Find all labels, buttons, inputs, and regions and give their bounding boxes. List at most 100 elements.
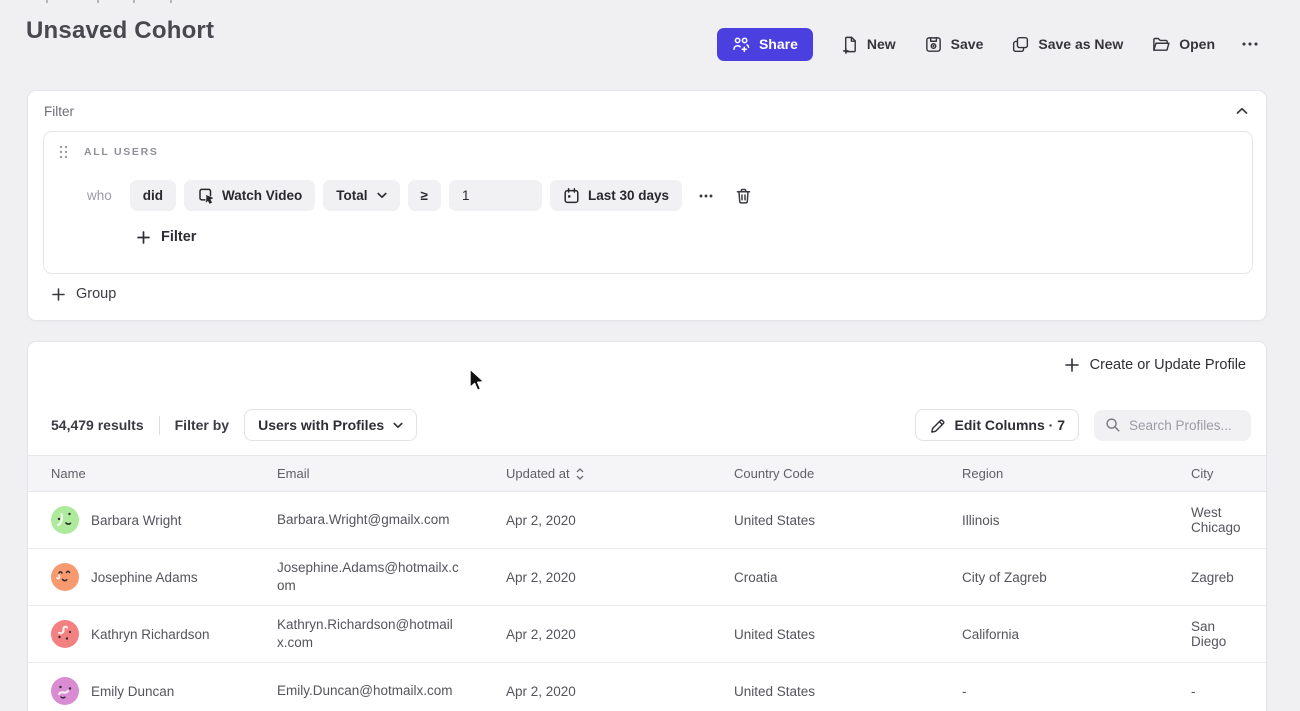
profile-region: - [962, 684, 1191, 699]
profile-country: United States [734, 513, 962, 528]
collapse-filter-button[interactable] [1232, 103, 1252, 119]
profile-type-dropdown[interactable]: Users with Profiles [244, 409, 417, 441]
table-row[interactable]: Josephine Adams Josephine.Adams@hotmailx… [28, 549, 1266, 606]
plus-icon [137, 231, 150, 244]
profile-updated-at: Apr 2, 2020 [506, 684, 734, 699]
plus-icon [1065, 358, 1079, 372]
sort-arrows-icon [576, 468, 584, 480]
avatar [51, 563, 79, 591]
share-button[interactable]: Share [717, 28, 813, 61]
share-label: Share [759, 36, 798, 52]
filter-panel: Filter ALL USERS [27, 90, 1267, 321]
filter-by-label: Filter by [175, 417, 229, 433]
profile-email: Josephine.Adams@hotmailx.com [277, 559, 473, 595]
page-title: Unsaved Cohort [26, 17, 214, 45]
save-button[interactable]: Save [913, 27, 995, 61]
profile-country: United States [734, 684, 962, 699]
profile-updated-at: Apr 2, 2020 [506, 570, 734, 585]
results-toolbar-right: Edit Columns · 7 [915, 409, 1251, 441]
profiles-table: Name Email Updated at Country Code Regio… [28, 455, 1266, 711]
chevron-down-icon [393, 422, 403, 429]
top-toolbar: Share New Save [717, 27, 1268, 61]
drag-handle-icon[interactable] [57, 143, 70, 161]
profile-region: City of Zagreb [962, 570, 1191, 585]
share-people-icon [732, 36, 751, 53]
results-panel: Create or Update Profile 54,479 results … [27, 341, 1267, 711]
col-header-updated-at[interactable]: Updated at [506, 466, 734, 481]
table-row[interactable]: Emily Duncan Emily.Duncan@hotmailx.com A… [28, 663, 1266, 711]
save-as-new-label: Save as New [1038, 36, 1123, 52]
did-selector[interactable]: did [130, 180, 176, 211]
filter-group-header: ALL USERS [57, 143, 159, 161]
profile-city: San Diego [1191, 619, 1266, 649]
table-header-row: Name Email Updated at Country Code Regio… [28, 455, 1266, 492]
profile-region: California [962, 627, 1191, 642]
add-group-label: Group [76, 286, 116, 302]
save-floppy-icon [924, 35, 943, 54]
new-button[interactable]: New [829, 27, 907, 61]
add-group-button[interactable]: Group [52, 286, 116, 302]
open-button[interactable]: Open [1140, 27, 1226, 61]
did-label: did [143, 188, 163, 203]
ellipsis-icon [698, 190, 714, 202]
profile-updated-at: Apr 2, 2020 [506, 513, 734, 528]
search-profiles-box [1094, 410, 1251, 441]
results-toolbar: 54,479 results Filter by Users with Prof… [51, 409, 1251, 441]
divider [159, 416, 160, 435]
save-as-new-button[interactable]: Save as New [1000, 27, 1134, 61]
search-profiles-input[interactable] [1129, 418, 1239, 433]
table-row[interactable]: Kathryn Richardson Kathryn.Richardson@ho… [28, 606, 1266, 663]
profile-type-label: Users with Profiles [258, 417, 384, 433]
profile-country: Croatia [734, 570, 962, 585]
profile-updated-at: Apr 2, 2020 [506, 627, 734, 642]
breadcrumb-clipped [0, 0, 500, 4]
new-document-icon [840, 35, 859, 54]
aggregation-dropdown[interactable]: Total [323, 180, 399, 211]
col-header-email: Email [277, 466, 506, 481]
col-header-country-code: Country Code [734, 466, 962, 481]
ellipsis-icon [1240, 35, 1260, 53]
col-header-name: Name [51, 466, 277, 481]
results-count: 54,479 results [51, 417, 144, 433]
table-row[interactable]: Barbara Wright Barbara.Wright@gmailx.com… [28, 492, 1266, 549]
cohort-builder-screen: Unsaved Cohort Share [0, 0, 1300, 711]
profile-region: Illinois [962, 513, 1191, 528]
profile-name: Josephine Adams [91, 570, 198, 585]
profile-email: Kathryn.Richardson@hotmailx.com [277, 616, 473, 652]
add-filter-button[interactable]: Filter [137, 229, 196, 245]
criteria-more-options-button[interactable] [693, 185, 719, 207]
copy-icon [1011, 35, 1030, 54]
aggregation-label: Total [336, 188, 367, 203]
filter-group: ALL USERS who did Watch Video [43, 131, 1253, 274]
create-or-update-profile-button[interactable]: Create or Update Profile [1065, 357, 1246, 373]
profile-email: Emily.Duncan@hotmailx.com [277, 682, 473, 700]
operator-label: ≥ [421, 188, 428, 203]
col-header-city: City [1191, 466, 1266, 481]
col-header-region: Region [962, 466, 1191, 481]
save-label: Save [951, 36, 984, 52]
search-icon [1105, 417, 1121, 433]
more-options-button[interactable] [1232, 27, 1268, 61]
open-label: Open [1179, 36, 1215, 52]
profile-city: West Chicago [1191, 505, 1266, 535]
chevron-up-icon [1236, 107, 1248, 115]
create-profile-label: Create or Update Profile [1090, 357, 1246, 373]
date-range-label: Last 30 days [588, 188, 669, 203]
avatar [51, 506, 79, 534]
group-scope-label: ALL USERS [84, 146, 159, 158]
operator-selector[interactable]: ≥ [408, 180, 441, 211]
event-icon [197, 187, 214, 205]
delete-criteria-button[interactable] [730, 182, 757, 210]
avatar [51, 677, 79, 705]
who-label: who [87, 188, 112, 203]
date-range-selector[interactable]: Last 30 days [550, 180, 682, 211]
profile-email: Barbara.Wright@gmailx.com [277, 511, 473, 529]
profile-name: Kathryn Richardson [91, 627, 210, 642]
threshold-input[interactable] [449, 180, 542, 211]
add-filter-label: Filter [161, 229, 196, 245]
edit-columns-button[interactable]: Edit Columns · 7 [915, 409, 1079, 441]
filter-criteria-row: who did Watch Video Total [87, 180, 757, 211]
profile-name: Barbara Wright [91, 513, 182, 528]
event-label: Watch Video [222, 188, 302, 203]
event-selector[interactable]: Watch Video [184, 180, 315, 211]
